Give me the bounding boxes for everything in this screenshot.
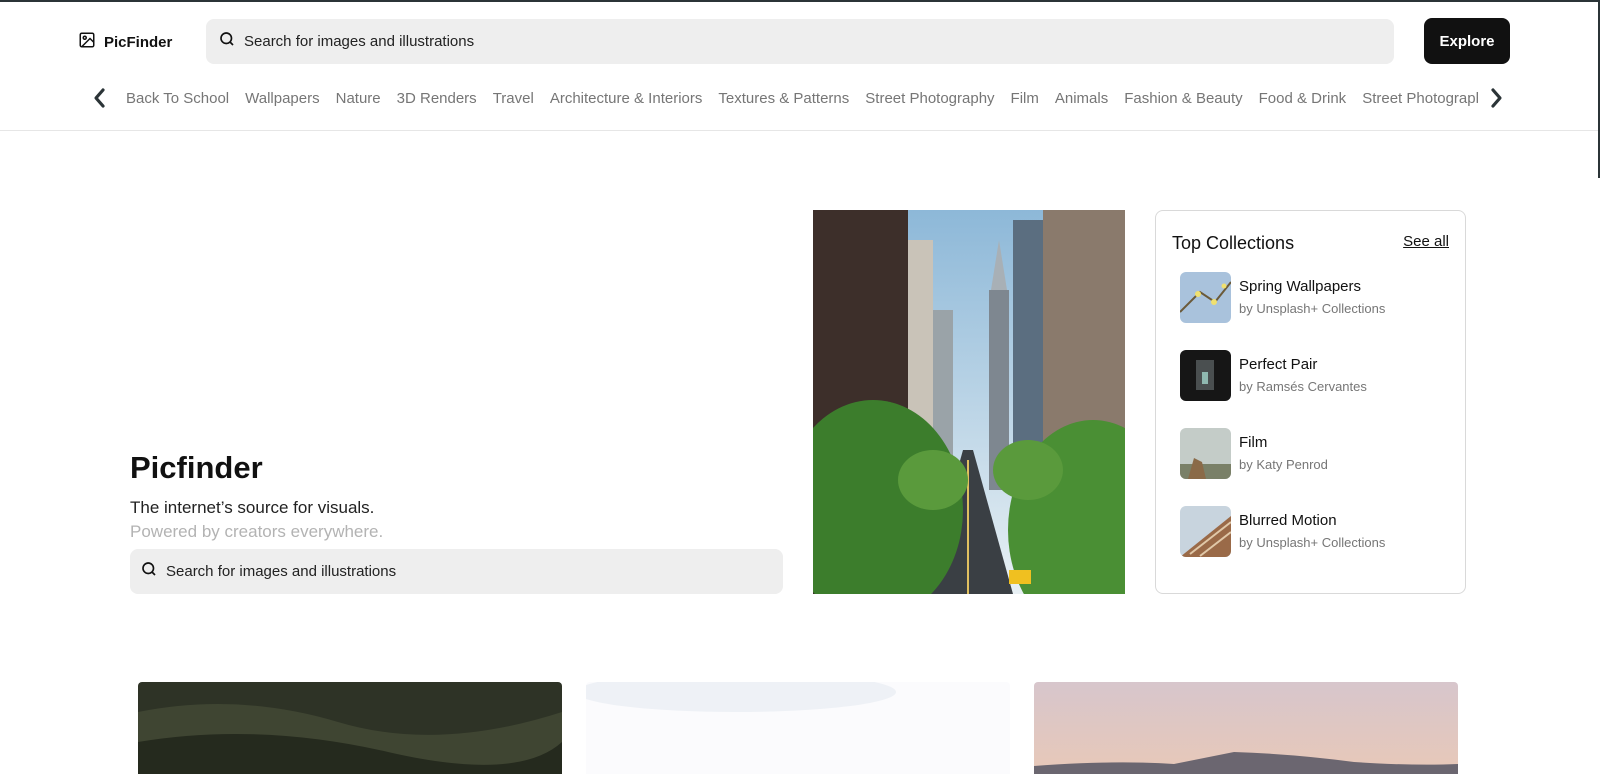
category-wallpapers[interactable]: Wallpapers: [245, 90, 319, 107]
collection-item[interactable]: Spring Wallpapers by Unsplash+ Collectio…: [1180, 271, 1450, 323]
category-travel[interactable]: Travel: [493, 90, 534, 107]
category-nature[interactable]: Nature: [336, 90, 381, 107]
search-icon: [140, 560, 158, 583]
gallery-image[interactable]: [586, 682, 1010, 774]
image-icon: [78, 31, 96, 54]
header-search-input[interactable]: Search for images and illustrations: [206, 19, 1394, 64]
category-architecture-interiors[interactable]: Architecture & Interiors: [550, 90, 703, 107]
gallery-image[interactable]: [138, 682, 562, 774]
category-film[interactable]: Film: [1011, 90, 1039, 107]
collection-item[interactable]: Film by Katy Penrod: [1180, 427, 1450, 479]
hero-tagline: The internet’s source for visuals.: [130, 498, 375, 517]
nav-divider: [0, 130, 1598, 131]
collection-name: Spring Wallpapers: [1239, 278, 1361, 295]
collection-thumbnail: [1180, 349, 1231, 401]
hero-search-placeholder: Search for images and illustrations: [166, 563, 397, 580]
top-collections-heading: Top Collections: [1172, 233, 1295, 253]
chevron-right-icon[interactable]: [1484, 86, 1508, 110]
collection-thumbnail: [1180, 271, 1231, 323]
category-animals[interactable]: Animals: [1055, 90, 1108, 107]
logo[interactable]: PicFinder: [78, 30, 172, 54]
logo-text: PicFinder: [104, 33, 173, 51]
category-street-photography-2[interactable]: Street Photography: [1362, 90, 1478, 107]
hero-subtagline: Powered by creators everywhere.: [130, 522, 384, 541]
collection-author: by Ramsés Cervantes: [1239, 379, 1367, 394]
category-list: Back To School Wallpapers Nature 3D Rend…: [126, 80, 1478, 116]
collection-author: by Unsplash+ Collections: [1239, 535, 1386, 550]
header-search-placeholder: Search for images and illustrations: [244, 33, 475, 50]
hero-title: Picfinder: [130, 450, 263, 485]
collection-name: Blurred Motion: [1239, 512, 1337, 529]
collection-thumbnail: [1180, 427, 1231, 479]
category-back-to-school[interactable]: Back To School: [126, 90, 229, 107]
window-top-border: [0, 0, 1600, 2]
category-fashion-beauty[interactable]: Fashion & Beauty: [1124, 90, 1242, 107]
category-textures-patterns[interactable]: Textures & Patterns: [718, 90, 849, 107]
category-3d-renders[interactable]: 3D Renders: [397, 90, 477, 107]
top-collections-card: Top Collections See all Spring Wallpaper…: [1155, 210, 1466, 594]
collection-author: by Unsplash+ Collections: [1239, 301, 1386, 316]
category-nav: Back To School Wallpapers Nature 3D Rend…: [88, 80, 1506, 116]
search-icon: [218, 30, 236, 53]
category-food-drink[interactable]: Food & Drink: [1259, 90, 1347, 107]
hero-search-input[interactable]: Search for images and illustrations: [130, 549, 783, 594]
collection-item[interactable]: Perfect Pair by Ramsés Cervantes: [1180, 349, 1450, 401]
collection-item[interactable]: Blurred Motion by Unsplash+ Collections: [1180, 505, 1450, 557]
collection-thumbnail: [1180, 505, 1231, 557]
hero-image[interactable]: [813, 210, 1125, 594]
explore-button[interactable]: Explore: [1424, 18, 1510, 64]
category-street-photography[interactable]: Street Photography: [865, 90, 994, 107]
gallery-image[interactable]: [1034, 682, 1458, 774]
see-all-link[interactable]: See all: [1403, 233, 1449, 250]
collection-name: Film: [1239, 434, 1268, 451]
collection-author: by Katy Penrod: [1239, 457, 1328, 472]
collection-name: Perfect Pair: [1239, 356, 1318, 373]
chevron-left-icon[interactable]: [88, 86, 112, 110]
